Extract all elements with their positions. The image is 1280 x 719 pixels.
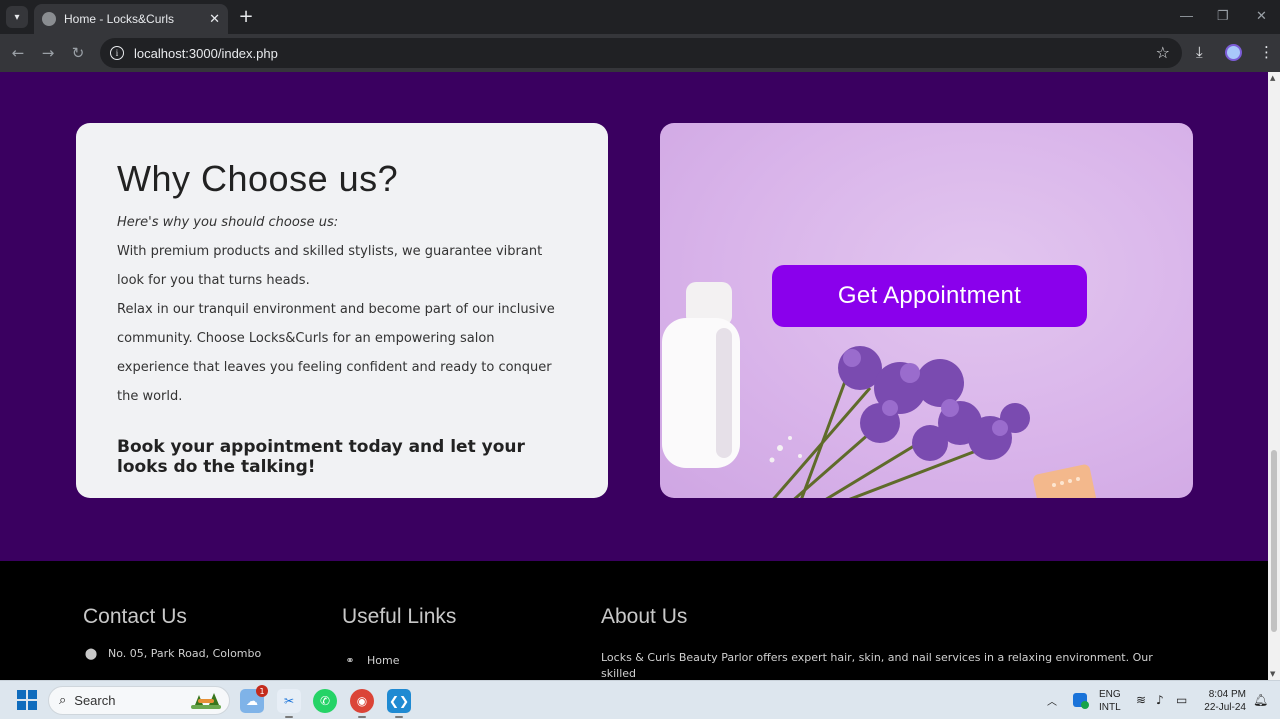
- profile-avatar[interactable]: [1225, 44, 1242, 61]
- tab-close-icon[interactable]: ✕: [209, 12, 220, 27]
- bookmark-star-icon[interactable]: ☆: [1156, 43, 1170, 62]
- close-window-button[interactable]: ✕: [1256, 8, 1267, 24]
- notification-bell-icon[interactable]: 🔔︎: [1253, 693, 1268, 707]
- get-appointment-button[interactable]: Get Appointment: [772, 265, 1087, 327]
- chrome-icon[interactable]: ◉: [350, 689, 374, 718]
- menu-kebab-icon[interactable]: ⋮: [1259, 43, 1274, 61]
- page-scrollbar[interactable]: ▲ ▼: [1268, 72, 1280, 680]
- reload-icon[interactable]: ↻: [69, 44, 87, 62]
- scrollbar-thumb[interactable]: [1271, 450, 1277, 632]
- footer-link-home-row[interactable]: ⚭ Home: [342, 654, 399, 667]
- search-highlight-art-icon: [191, 693, 221, 709]
- about-us-text: Locks & Curls Beauty Parlor offers exper…: [601, 651, 1153, 680]
- minimize-window-button[interactable]: —: [1180, 8, 1193, 23]
- battery-icon[interactable]: ▭: [1176, 693, 1187, 707]
- tab-search-menu-icon[interactable]: ▾: [6, 6, 28, 28]
- page-viewport: Why Choose us? Here's why you should cho…: [0, 72, 1268, 680]
- snipping-tool-running-indicator: [285, 716, 293, 718]
- browser-tab[interactable]: Home - Locks&Curls ✕: [34, 4, 228, 34]
- address-bar[interactable]: i localhost:3000/index.php ☆: [100, 38, 1182, 68]
- clock-date: 22-Jul-24: [1204, 702, 1246, 713]
- download-icon[interactable]: ⤓: [1196, 43, 1203, 61]
- soap-bar-image: [1033, 464, 1097, 498]
- url-text[interactable]: localhost:3000/index.php: [134, 46, 278, 61]
- contact-address-row: ⬤ No. 05, Park Road, Colombo: [83, 647, 261, 660]
- footer-link-home[interactable]: Home: [367, 654, 399, 667]
- clock-time: 8:04 PM: [1208, 689, 1246, 700]
- scroll-down-arrow-icon[interactable]: ▼: [1270, 670, 1275, 678]
- appointment-card: Get Appointment: [660, 123, 1193, 498]
- site-footer: Contact Us ⬤ No. 05, Park Road, Colombo …: [0, 561, 1268, 680]
- search-icon: ⌕: [59, 693, 67, 708]
- why-choose-us-card: Why Choose us? Here's why you should cho…: [76, 123, 608, 498]
- map-pin-icon: ⬤: [84, 647, 98, 660]
- windows-start-icon[interactable]: [17, 690, 37, 710]
- whatsapp-icon[interactable]: ✆: [313, 689, 337, 713]
- contact-us-heading: Contact Us: [83, 605, 187, 628]
- why-body-text-2: Relax in our tranquil environment and be…: [117, 302, 555, 404]
- new-tab-icon[interactable]: +: [236, 6, 256, 27]
- forward-arrow-icon[interactable]: →: [39, 44, 57, 62]
- language-code: ENG: [1099, 689, 1121, 700]
- language-indicator[interactable]: ENG INTL: [1099, 688, 1121, 714]
- show-hidden-icons-chevron-icon[interactable]: ︿: [1047, 693, 1057, 708]
- globe-favicon-icon: [42, 12, 56, 26]
- scroll-up-arrow-icon[interactable]: ▲: [1270, 74, 1275, 82]
- why-choose-us-title: Why Choose us?: [117, 158, 399, 199]
- vscode-icon[interactable]: ❮❯: [387, 689, 411, 718]
- notification-badge: 1: [256, 685, 268, 697]
- keyboard-layout: INTL: [1099, 702, 1121, 713]
- site-info-icon[interactable]: i: [110, 46, 124, 60]
- lotion-bottle-image: [662, 282, 740, 468]
- tab-title: Home - Locks&Curls: [64, 12, 175, 26]
- browser-tab-bar: ▾ Home - Locks&Curls ✕ + — ❐ ✕: [0, 0, 1280, 34]
- browser-toolbar: ← → ↻ i localhost:3000/index.php ☆ ⤓ ⋮: [0, 34, 1280, 72]
- wifi-icon[interactable]: ≋: [1136, 693, 1146, 707]
- taskbar-clock[interactable]: 8:04 PM 22-Jul-24: [1200, 688, 1246, 714]
- taskbar-search-placeholder: Search: [74, 693, 116, 708]
- volume-icon[interactable]: ♪: [1156, 693, 1164, 707]
- windows-taskbar: ⌕ Search ☁ 1 ✂ ✆ ◉ ❮❯ ︿ ENG INTL ≋ ♪ ▭ 8…: [0, 680, 1280, 719]
- maximize-window-button[interactable]: ❐: [1217, 8, 1229, 24]
- useful-links-heading: Useful Links: [342, 605, 457, 628]
- link-chain-icon: ⚭: [345, 654, 355, 667]
- why-body-text: With premium products and skilled stylis…: [117, 244, 543, 288]
- contact-address: No. 05, Park Road, Colombo: [108, 647, 262, 660]
- why-intro-text: Here's why you should choose us:: [117, 215, 339, 230]
- back-arrow-icon[interactable]: ←: [9, 44, 27, 62]
- weather-app-icon[interactable]: ☁ 1: [240, 685, 268, 713]
- about-us-heading: About Us: [601, 605, 688, 628]
- taskbar-search-box[interactable]: ⌕ Search: [48, 686, 230, 715]
- snipping-tool-icon[interactable]: ✂: [277, 689, 301, 718]
- chrome-running-indicator: [358, 716, 366, 718]
- security-shield-icon[interactable]: [1073, 693, 1089, 709]
- book-appointment-cta-text: Book your appointment today and let your…: [117, 437, 525, 477]
- vscode-running-indicator: [395, 716, 403, 718]
